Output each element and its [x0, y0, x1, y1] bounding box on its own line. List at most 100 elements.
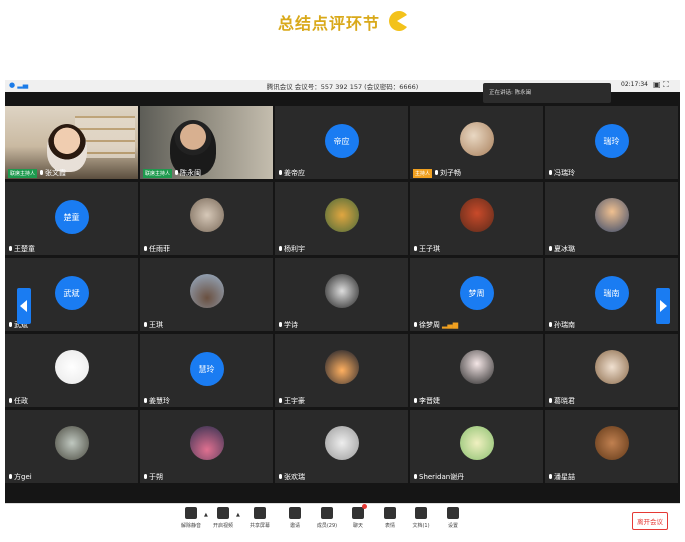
speaking-indicator: 正在讲话: 陈永闽	[483, 83, 611, 103]
mic-icon	[39, 169, 44, 177]
participant-name: 刘子畅	[440, 169, 462, 177]
participant-tile[interactable]: 楚童 王楚童	[5, 182, 138, 255]
participant-name-row: 张欢瑞	[278, 472, 305, 482]
signal-strength-icon: ▂▄▆	[442, 321, 459, 329]
role-badge: 主持人	[413, 168, 433, 178]
participant-tile[interactable]: 慧玲 姜慧玲	[140, 334, 273, 407]
toolbar-button-label: 文档(1)	[412, 523, 430, 529]
participant-name: 夏冰璐	[554, 245, 575, 253]
participant-tile[interactable]: 杨利宇	[275, 182, 408, 255]
avatar	[54, 350, 89, 384]
participant-tile[interactable]: 张欢瑞	[275, 410, 408, 483]
mic-icon	[413, 473, 418, 481]
participant-tile[interactable]: 联席主持人 张文霞	[5, 106, 138, 179]
participant-name-row: Sheridan谢丹	[413, 472, 464, 482]
participant-tile[interactable]: 葛晓君	[545, 334, 678, 407]
mic-icon	[548, 245, 553, 253]
participant-name-row: 冯瑞玲	[548, 168, 575, 178]
mic-icon	[278, 169, 283, 177]
participant-name-row: 王楚童	[8, 244, 35, 254]
chevron-up-icon[interactable]: ▲	[236, 512, 240, 518]
participant-name: 杨利宇	[284, 245, 305, 253]
participant-name: 王楚童	[14, 245, 35, 253]
toolbar-button[interactable]: 解除静音	[176, 507, 206, 529]
participant-name-row: 徐梦周 ▂▄▆	[413, 320, 458, 330]
participant-name-row: 王琪	[143, 320, 163, 330]
avatar	[594, 426, 629, 460]
mic-icon	[8, 245, 13, 253]
participant-name: 学诗	[284, 321, 298, 329]
toolbar-button-label: 解除静音	[180, 523, 201, 529]
participant-name: 于朔	[149, 473, 163, 481]
participant-name: Sheridan谢丹	[419, 473, 465, 481]
participant-name: 冯瑞玲	[554, 169, 575, 177]
participant-tile[interactable]: 王琪	[140, 258, 273, 331]
toolbar-button-label: 邀请	[289, 523, 300, 529]
leave-meeting-button[interactable]: 离开会议	[632, 512, 668, 530]
participant-tile[interactable]: 主持人 刘子畅	[410, 106, 543, 179]
participant-tile[interactable]: 任政	[5, 334, 138, 407]
participant-tile[interactable]: 李晋婕	[410, 334, 543, 407]
participant-tile[interactable]: 王宇豪	[275, 334, 408, 407]
participant-name: 李晋婕	[419, 397, 440, 405]
participant-tile[interactable]: 方gei	[5, 410, 138, 483]
toolbar-button-label: 表情	[384, 523, 395, 529]
participant-name: 任雨菲	[149, 245, 170, 253]
toolbar-button[interactable]: 设置	[438, 507, 468, 529]
participant-name: 孙瑞南	[554, 321, 575, 329]
toolbar-button[interactable]: 表情	[375, 507, 405, 529]
participant-tile[interactable]: 瑞玲冯瑞玲	[545, 106, 678, 179]
mic-icon	[278, 321, 283, 329]
toolbar-button[interactable]: 文档(1)	[406, 507, 436, 529]
mic-icon	[143, 473, 148, 481]
toolbar-button-label: 设置	[447, 523, 458, 529]
participant-tile[interactable]: Sheridan谢丹	[410, 410, 543, 483]
avatar: 瑞玲	[594, 124, 629, 158]
toolbar-button[interactable]: 聊天	[343, 504, 373, 529]
toolbar-button-label: 聊天	[352, 523, 363, 529]
participant-tile[interactable]: 帝应 姜帝应	[275, 106, 408, 179]
toolbar-button-label: 共享屏幕	[249, 523, 270, 529]
mic-icon	[8, 397, 13, 405]
camera-off-icon	[217, 507, 229, 519]
participant-name: 王子琪	[419, 245, 440, 253]
toolbar: 离开会议 解除静音 ▲ 开启视频 ▲ 共享屏幕 邀请 成员(29) 聊天 表情 文档(1) 设置	[5, 503, 680, 536]
avatar	[594, 350, 629, 384]
participant-name-row: 夏冰璐	[548, 244, 575, 254]
participant-name-row: 葛晓君	[548, 396, 575, 406]
participant-name: 张文霞	[45, 169, 67, 177]
participant-tile[interactable]: 梦周 徐梦周 ▂▄▆	[410, 258, 543, 331]
mic-icon	[143, 321, 148, 329]
participant-tile[interactable]: 潘星喆	[545, 410, 678, 483]
participant-tile[interactable]: 学诗	[275, 258, 408, 331]
avatar	[459, 122, 494, 156]
toolbar-button[interactable]: 开启视频	[208, 507, 238, 529]
toolbar-button[interactable]: 成员(29)	[312, 507, 342, 529]
next-page-arrow-icon[interactable]	[656, 288, 670, 324]
participant-name: 任政	[14, 397, 28, 405]
mic-icon	[413, 321, 418, 329]
window-controls-icon[interactable]: ▣ ⛶	[653, 80, 669, 90]
participant-name-row: 方gei	[8, 472, 32, 482]
participant-tile[interactable]: 联席主持人 陈永闽	[140, 106, 273, 179]
document-icon	[415, 507, 427, 519]
participant-name: 葛晓君	[554, 397, 575, 405]
mic-icon	[548, 169, 553, 177]
participant-tile[interactable]: 任雨菲	[140, 182, 273, 255]
avatar	[459, 350, 494, 384]
chat-icon	[352, 504, 367, 519]
toolbar-button[interactable]: 共享屏幕	[245, 507, 275, 529]
notification-dot	[362, 504, 367, 509]
participant-name: 张欢瑞	[284, 473, 305, 481]
participant-tile[interactable]: 王子琪	[410, 182, 543, 255]
participant-name: 姜慧玲	[149, 397, 170, 405]
participant-tile[interactable]: 夏冰璐	[545, 182, 678, 255]
invite-icon	[289, 507, 301, 519]
banner-title: 总结点评环节	[278, 14, 381, 33]
participant-tile[interactable]: 于朔	[140, 410, 273, 483]
participant-name: 陈永闽	[180, 169, 202, 177]
mic-icon	[413, 397, 418, 405]
prev-page-arrow-icon[interactable]	[17, 288, 31, 324]
participant-name: 王宇豪	[284, 397, 305, 405]
toolbar-button[interactable]: 邀请	[280, 507, 310, 529]
